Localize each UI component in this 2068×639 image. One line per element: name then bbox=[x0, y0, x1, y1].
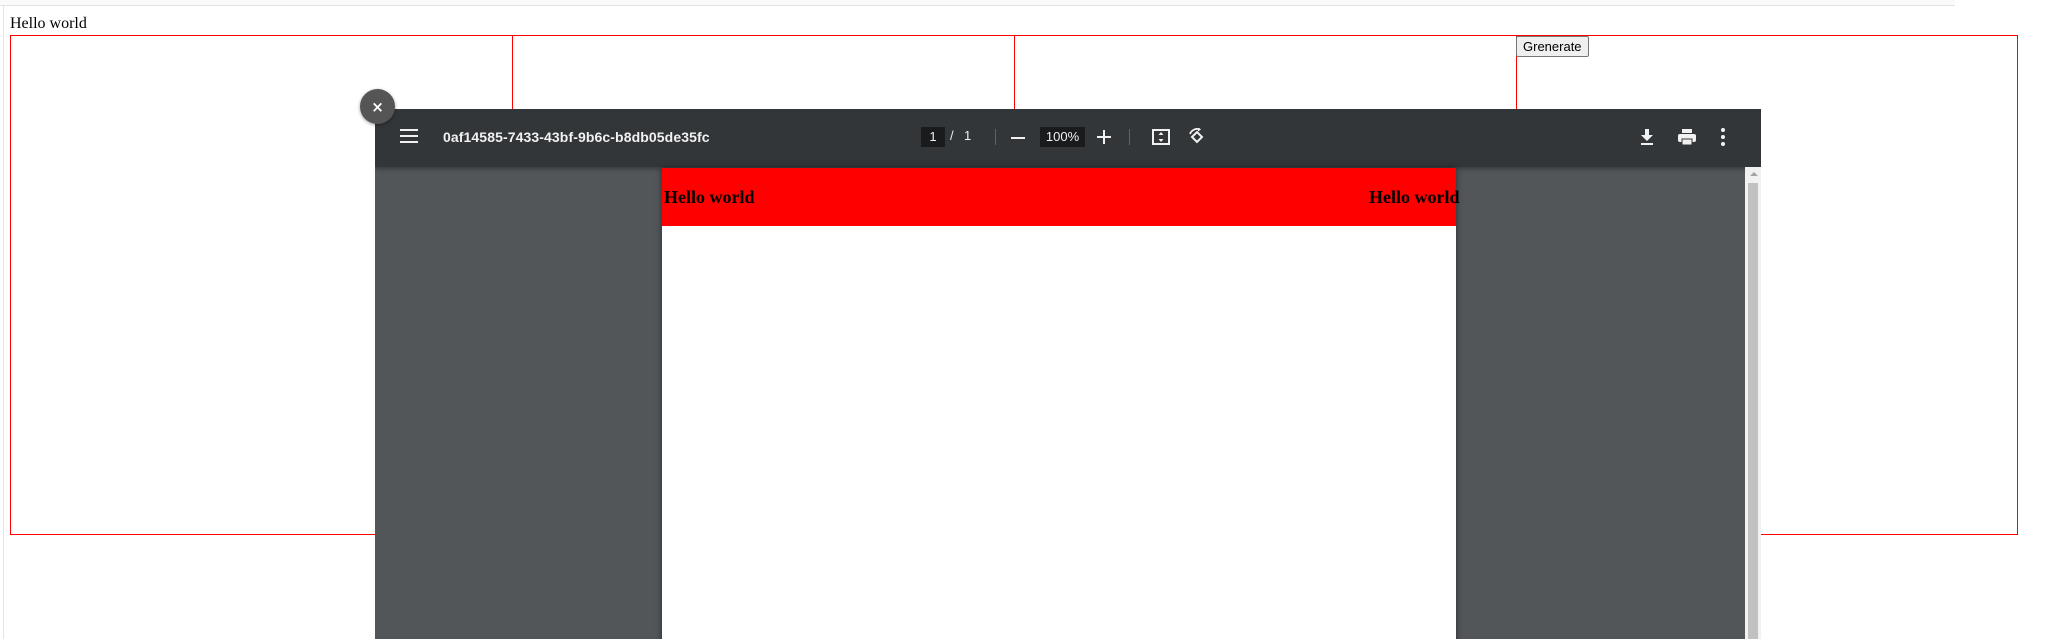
scrollbar-thumb[interactable] bbox=[1748, 183, 1758, 639]
generate-button[interactable]: Grenerate bbox=[1516, 36, 1589, 57]
left-edge bbox=[0, 5, 4, 639]
pdf-header-right-text: Hello world bbox=[1369, 187, 1460, 207]
close-icon[interactable]: × bbox=[360, 89, 395, 124]
zoom-out-icon[interactable] bbox=[1011, 137, 1025, 139]
pdf-page: Hello world Hello world bbox=[662, 168, 1460, 639]
pdf-header-bar: Hello world Hello world bbox=[662, 168, 1460, 226]
page-total: 1 bbox=[964, 128, 972, 143]
page-separator: / bbox=[950, 128, 954, 143]
print-icon[interactable] bbox=[1677, 128, 1697, 146]
zoom-in-icon[interactable] bbox=[1097, 129, 1111, 145]
rotate-icon[interactable] bbox=[1187, 127, 1207, 146]
pdf-toolbar: 0af14585-7433-43bf-9b6c-b8db05de35fc 1 /… bbox=[375, 109, 1761, 167]
zoom-level-input[interactable]: 100% bbox=[1040, 127, 1085, 147]
more-options-icon[interactable] bbox=[1720, 128, 1726, 146]
browser-top-strip bbox=[0, 0, 1955, 6]
download-icon[interactable] bbox=[1639, 128, 1655, 146]
page-heading: Hello world bbox=[10, 15, 87, 32]
toolbar-divider bbox=[995, 129, 996, 145]
scroll-up-arrow-icon[interactable] bbox=[1745, 167, 1761, 181]
vertical-scrollbar[interactable] bbox=[1745, 167, 1761, 639]
document-title: 0af14585-7433-43bf-9b6c-b8db05de35fc bbox=[443, 129, 710, 145]
toolbar-divider bbox=[1129, 129, 1130, 145]
pdf-viewer: 0af14585-7433-43bf-9b6c-b8db05de35fc 1 /… bbox=[375, 109, 1761, 639]
fit-to-page-icon[interactable] bbox=[1152, 129, 1170, 145]
pdf-header-left-text: Hello world bbox=[664, 187, 755, 207]
menu-icon[interactable] bbox=[400, 129, 418, 143]
page-number-input[interactable]: 1 bbox=[921, 127, 945, 147]
